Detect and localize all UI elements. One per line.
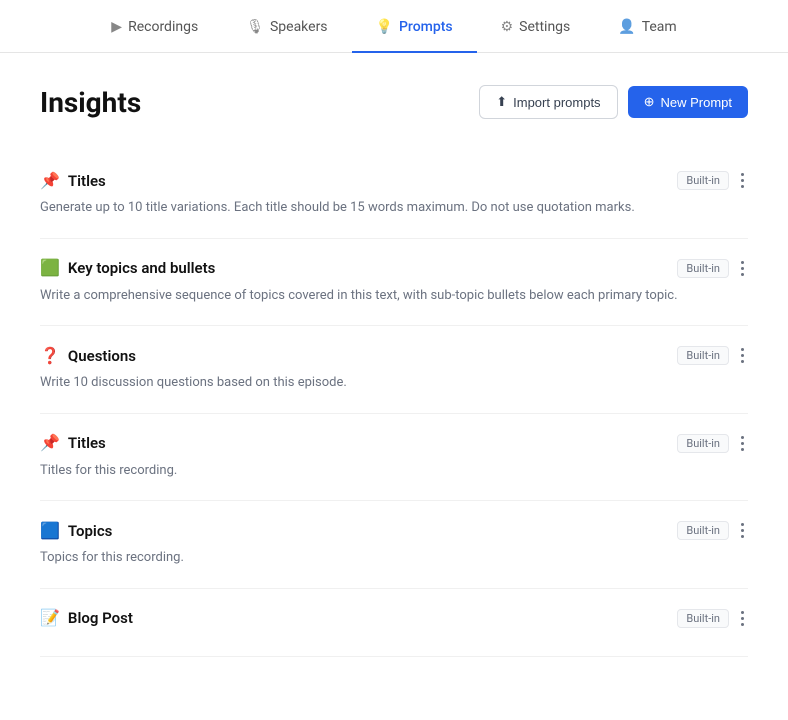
more-dot-3 bbox=[741, 448, 744, 451]
more-dot-2 bbox=[741, 267, 744, 270]
built-in-badge-key-topics: Built-in bbox=[677, 259, 729, 278]
more-dot-2 bbox=[741, 179, 744, 182]
more-dot-2 bbox=[741, 354, 744, 357]
prompt-item-topics: 🟦 Topics Built-in Topics for this record… bbox=[40, 501, 748, 589]
prompt-header-questions: ❓ Questions Built-in bbox=[40, 346, 748, 365]
page-header: Insights ⬆ Import prompts ⊕ New Prompt bbox=[40, 85, 748, 119]
prompt-header-topics: 🟦 Topics Built-in bbox=[40, 521, 748, 540]
main-content: Insights ⬆ Import prompts ⊕ New Prompt 📌… bbox=[0, 53, 788, 689]
tab-label-prompts: Prompts bbox=[399, 19, 453, 35]
prompt-actions-topics: Built-in bbox=[677, 521, 748, 540]
more-dot-1 bbox=[741, 348, 744, 351]
prompt-desc-questions: Write 10 discussion questions based on t… bbox=[40, 373, 700, 393]
more-dot-3 bbox=[741, 535, 744, 538]
more-dot-1 bbox=[741, 436, 744, 439]
prompt-list: 📌 Titles Built-in Generate up to 10 titl… bbox=[40, 151, 748, 657]
prompt-name-titles-2: Titles bbox=[68, 434, 106, 452]
more-dot-2 bbox=[741, 442, 744, 445]
prompt-item-blog-post: 📝 Blog Post Built-in bbox=[40, 589, 748, 657]
prompt-header-key-topics: 🟩 Key topics and bullets Built-in bbox=[40, 259, 748, 278]
prompt-name-titles-1: Titles bbox=[68, 172, 106, 190]
more-dot-1 bbox=[741, 523, 744, 526]
more-dot-2 bbox=[741, 617, 744, 620]
prompt-actions-questions: Built-in bbox=[677, 346, 748, 365]
more-dot-3 bbox=[741, 185, 744, 188]
more-dot-3 bbox=[741, 623, 744, 626]
prompt-icon-questions: ❓ bbox=[40, 348, 60, 364]
page-title: Insights bbox=[40, 86, 141, 119]
more-dot-2 bbox=[741, 529, 744, 532]
prompt-header-titles-1: 📌 Titles Built-in bbox=[40, 171, 748, 190]
built-in-badge-titles-1: Built-in bbox=[677, 171, 729, 190]
nav-tab-recordings[interactable]: ▶ Recordings bbox=[87, 1, 222, 53]
prompt-name-questions: Questions bbox=[68, 347, 136, 365]
prompt-title-row-blog-post: 📝 Blog Post bbox=[40, 609, 133, 627]
more-dot-1 bbox=[741, 261, 744, 264]
prompt-actions-key-topics: Built-in bbox=[677, 259, 748, 278]
more-menu-button-titles-2[interactable] bbox=[737, 434, 748, 453]
prompt-icon-key-topics: 🟩 bbox=[40, 260, 60, 276]
prompt-header-blog-post: 📝 Blog Post Built-in bbox=[40, 609, 748, 628]
prompt-name-blog-post: Blog Post bbox=[68, 609, 133, 627]
nav-tab-team[interactable]: 👤 Team bbox=[594, 1, 700, 53]
top-nav: ▶ Recordings 🎙 Speakers 💡 Prompts ⚙ Sett… bbox=[0, 0, 788, 53]
plus-icon: ⊕ bbox=[644, 94, 655, 110]
prompt-header-titles-2: 📌 Titles Built-in bbox=[40, 434, 748, 453]
import-button-label: Import prompts bbox=[513, 95, 600, 110]
tab-icon-recordings: ▶ bbox=[111, 19, 122, 35]
prompt-name-topics: Topics bbox=[68, 522, 112, 540]
more-dot-1 bbox=[741, 173, 744, 176]
tab-label-recordings: Recordings bbox=[128, 19, 198, 35]
prompt-item-key-topics: 🟩 Key topics and bullets Built-in Write … bbox=[40, 239, 748, 327]
tab-icon-prompts: 💡 bbox=[376, 19, 393, 35]
prompt-desc-key-topics: Write a comprehensive sequence of topics… bbox=[40, 286, 700, 306]
new-prompt-button[interactable]: ⊕ New Prompt bbox=[628, 86, 748, 118]
more-dot-1 bbox=[741, 611, 744, 614]
tab-icon-team: 👤 bbox=[618, 19, 635, 35]
prompt-icon-titles-2: 📌 bbox=[40, 435, 60, 451]
prompt-item-titles-1: 📌 Titles Built-in Generate up to 10 titl… bbox=[40, 151, 748, 239]
built-in-badge-questions: Built-in bbox=[677, 346, 729, 365]
tab-icon-settings: ⚙ bbox=[501, 19, 514, 35]
built-in-badge-titles-2: Built-in bbox=[677, 434, 729, 453]
nav-tab-prompts[interactable]: 💡 Prompts bbox=[352, 1, 477, 53]
built-in-badge-blog-post: Built-in bbox=[677, 609, 729, 628]
prompt-item-titles-2: 📌 Titles Built-in Titles for this record… bbox=[40, 414, 748, 502]
tab-label-speakers: Speakers bbox=[270, 19, 328, 35]
prompt-title-row-topics: 🟦 Topics bbox=[40, 522, 112, 540]
prompt-item-questions: ❓ Questions Built-in Write 10 discussion… bbox=[40, 326, 748, 414]
more-menu-button-questions[interactable] bbox=[737, 346, 748, 365]
built-in-badge-topics: Built-in bbox=[677, 521, 729, 540]
header-actions: ⬆ Import prompts ⊕ New Prompt bbox=[479, 85, 748, 119]
tab-label-team: Team bbox=[642, 19, 677, 35]
more-dot-3 bbox=[741, 360, 744, 363]
more-menu-button-titles-1[interactable] bbox=[737, 171, 748, 190]
prompt-actions-blog-post: Built-in bbox=[677, 609, 748, 628]
prompt-actions-titles-1: Built-in bbox=[677, 171, 748, 190]
prompt-desc-titles-2: Titles for this recording. bbox=[40, 461, 700, 481]
more-menu-button-blog-post[interactable] bbox=[737, 609, 748, 628]
prompt-icon-titles-1: 📌 bbox=[40, 173, 60, 189]
tab-label-settings: Settings bbox=[519, 19, 570, 35]
prompt-title-row-titles-2: 📌 Titles bbox=[40, 434, 106, 452]
nav-tab-speakers[interactable]: 🎙 Speakers bbox=[222, 1, 351, 53]
more-menu-button-topics[interactable] bbox=[737, 521, 748, 540]
prompt-title-row-questions: ❓ Questions bbox=[40, 347, 136, 365]
prompt-title-row-titles-1: 📌 Titles bbox=[40, 172, 106, 190]
prompt-icon-blog-post: 📝 bbox=[40, 610, 60, 626]
new-prompt-label: New Prompt bbox=[660, 95, 732, 110]
nav-tab-settings[interactable]: ⚙ Settings bbox=[477, 1, 595, 53]
prompt-icon-topics: 🟦 bbox=[40, 523, 60, 539]
more-menu-button-key-topics[interactable] bbox=[737, 259, 748, 278]
prompt-title-row-key-topics: 🟩 Key topics and bullets bbox=[40, 259, 215, 277]
prompt-desc-titles-1: Generate up to 10 title variations. Each… bbox=[40, 198, 700, 218]
more-dot-3 bbox=[741, 273, 744, 276]
import-icon: ⬆ bbox=[496, 94, 507, 110]
prompt-desc-topics: Topics for this recording. bbox=[40, 548, 700, 568]
prompt-name-key-topics: Key topics and bullets bbox=[68, 259, 215, 277]
prompt-actions-titles-2: Built-in bbox=[677, 434, 748, 453]
import-prompts-button[interactable]: ⬆ Import prompts bbox=[479, 85, 617, 119]
tab-icon-speakers: 🎙 bbox=[246, 19, 264, 35]
